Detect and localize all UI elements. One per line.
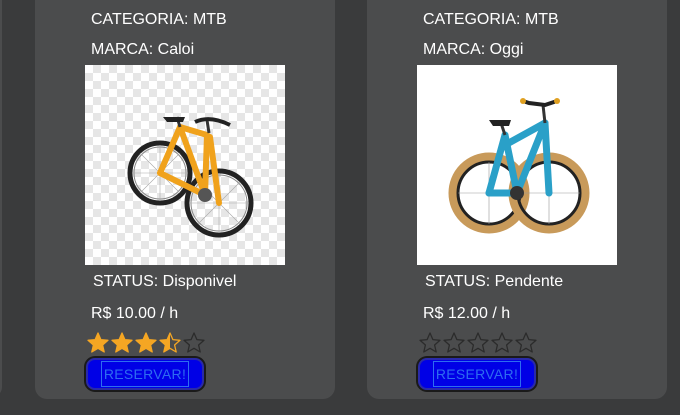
bike-card: CATEGORIA: MTB MARCA: Oggi STATUS: Pende… [367, 0, 667, 399]
previous-card-edge [0, 0, 2, 397]
star-icon[interactable] [86, 331, 110, 355]
bike-brand: MARCA: Caloi [91, 41, 195, 58]
bike-status: STATUS: Pendente [425, 273, 564, 290]
star-icon[interactable] [466, 331, 490, 355]
bike-status: STATUS: Disponivel [93, 273, 237, 290]
star-icon[interactable] [158, 331, 182, 355]
bike-photo [85, 65, 285, 265]
reserve-button-label: RESERVAR! [432, 361, 522, 387]
bike-category: CATEGORIA: MTB [91, 11, 227, 28]
star-icon[interactable] [182, 331, 206, 355]
blue-kids-bike-image [448, 98, 590, 234]
star-icon[interactable] [442, 331, 466, 355]
reserve-button[interactable]: RESERVAR! [418, 358, 536, 390]
star-icon[interactable] [134, 331, 158, 355]
star-icon[interactable] [490, 331, 514, 355]
star-icon[interactable] [514, 331, 538, 355]
bike-category: CATEGORIA: MTB [423, 11, 559, 28]
rating-stars[interactable] [86, 331, 206, 355]
star-icon[interactable] [418, 331, 442, 355]
bike-price: R$ 10.00 / h [91, 305, 179, 322]
reserve-button[interactable]: RESERVAR! [86, 358, 204, 390]
rating-stars[interactable] [418, 331, 538, 355]
bike-card: CATEGORIA: MTB MARCA: Caloi STATUS: Disp… [35, 0, 335, 399]
orange-mountain-bike-image [127, 116, 254, 238]
bike-photo [417, 65, 617, 265]
star-icon[interactable] [110, 331, 134, 355]
bike-price: R$ 12.00 / h [423, 305, 511, 322]
bike-brand: MARCA: Oggi [423, 41, 524, 58]
reserve-button-label: RESERVAR! [100, 361, 190, 387]
